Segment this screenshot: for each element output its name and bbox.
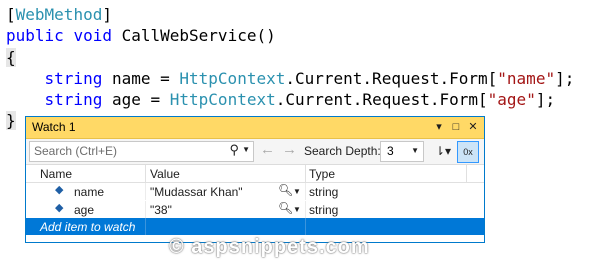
search-previous-icon[interactable]: ← [260,141,275,158]
search-depth-label: Search Depth: [304,144,381,158]
search-input[interactable]: Search (Ctrl+E) ⚲ ▼ [29,141,254,162]
code-line-3: { [6,47,16,67]
maximize-icon[interactable]: □ [449,119,463,135]
code-line-1: [WebMethod] [6,5,112,24]
column-header-value[interactable]: Value [150,167,180,181]
search-next-icon[interactable]: → [282,141,297,158]
column-divider [145,183,146,200]
column-divider[interactable] [305,165,306,182]
search-options-dropdown-icon[interactable]: ▼ [242,145,250,154]
code-line-6: } [6,111,16,131]
visualizer-dropdown-icon[interactable]: ▼ [293,187,301,196]
variable-object-icon: ◆ [55,184,64,196]
column-divider [305,183,306,200]
watch-row-type: string [309,203,339,217]
add-watch-row[interactable]: Add item to watch [26,218,484,235]
code-editor[interactable]: [WebMethod] public void CallWebService()… [6,4,574,132]
code-line-4: string name = HttpContext.Current.Reques… [44,68,575,88]
column-divider[interactable] [145,165,146,182]
add-item-placeholder[interactable]: Add item to watch [40,220,135,234]
variable-object-icon: ◆ [55,202,64,214]
search-depth-value: 3 [387,144,394,158]
column-divider [145,218,146,235]
watch-title: Watch 1 [32,120,76,134]
close-icon[interactable]: ✕ [466,119,480,135]
watch-row-value[interactable]: "Mudassar Khan" [150,185,243,199]
search-depth-select[interactable]: 3 ▼ [380,141,424,162]
column-divider[interactable] [466,165,467,182]
column-header-type[interactable]: Type [309,167,335,181]
watch-row[interactable]: ◆ age "38" 🔍︎ ▼ string [26,201,484,218]
watch-column-header: Name Value Type [26,165,484,183]
watch-row-value[interactable]: "38" [150,203,172,217]
column-divider [145,201,146,218]
search-placeholder: Search (Ctrl+E) [34,144,118,158]
watch-row-type: string [309,185,339,199]
pin-filter-icon[interactable]: ⇂▾ [434,142,452,160]
watch-window: Watch 1 ▾ □ ✕ Search (Ctrl+E) ⚲ ▼ ← → Se… [25,116,485,243]
watch-row-name: name [74,185,105,199]
column-divider [305,218,306,235]
visualizer-magnifier-icon[interactable]: 🔍︎ [278,183,293,197]
code-line-5: string age = HttpContext.Current.Request… [44,90,556,110]
watch-titlebar[interactable]: Watch 1 ▾ □ ✕ [26,117,484,139]
visualizer-dropdown-icon[interactable]: ▼ [293,205,301,214]
watch-toolbar: Search (Ctrl+E) ⚲ ▼ ← → Search Depth: 3 … [26,139,484,165]
search-icon[interactable]: ⚲ [229,142,239,158]
visualizer-magnifier-icon[interactable]: 🔍︎ [278,201,293,215]
watermark: © aspsnippets.com [169,236,370,258]
watch-row[interactable]: ◆ name "Mudassar Khan" 🔍︎ ▼ string [26,183,484,200]
code-line-2: public void CallWebService() [6,26,276,46]
chevron-down-icon: ▼ [411,146,419,155]
column-header-name[interactable]: Name [40,167,72,181]
column-divider [305,201,306,218]
hexadecimal-display-icon[interactable]: 0x [457,141,479,163]
window-position-dropdown-icon[interactable]: ▾ [432,119,446,135]
watch-row-name: age [74,203,95,217]
